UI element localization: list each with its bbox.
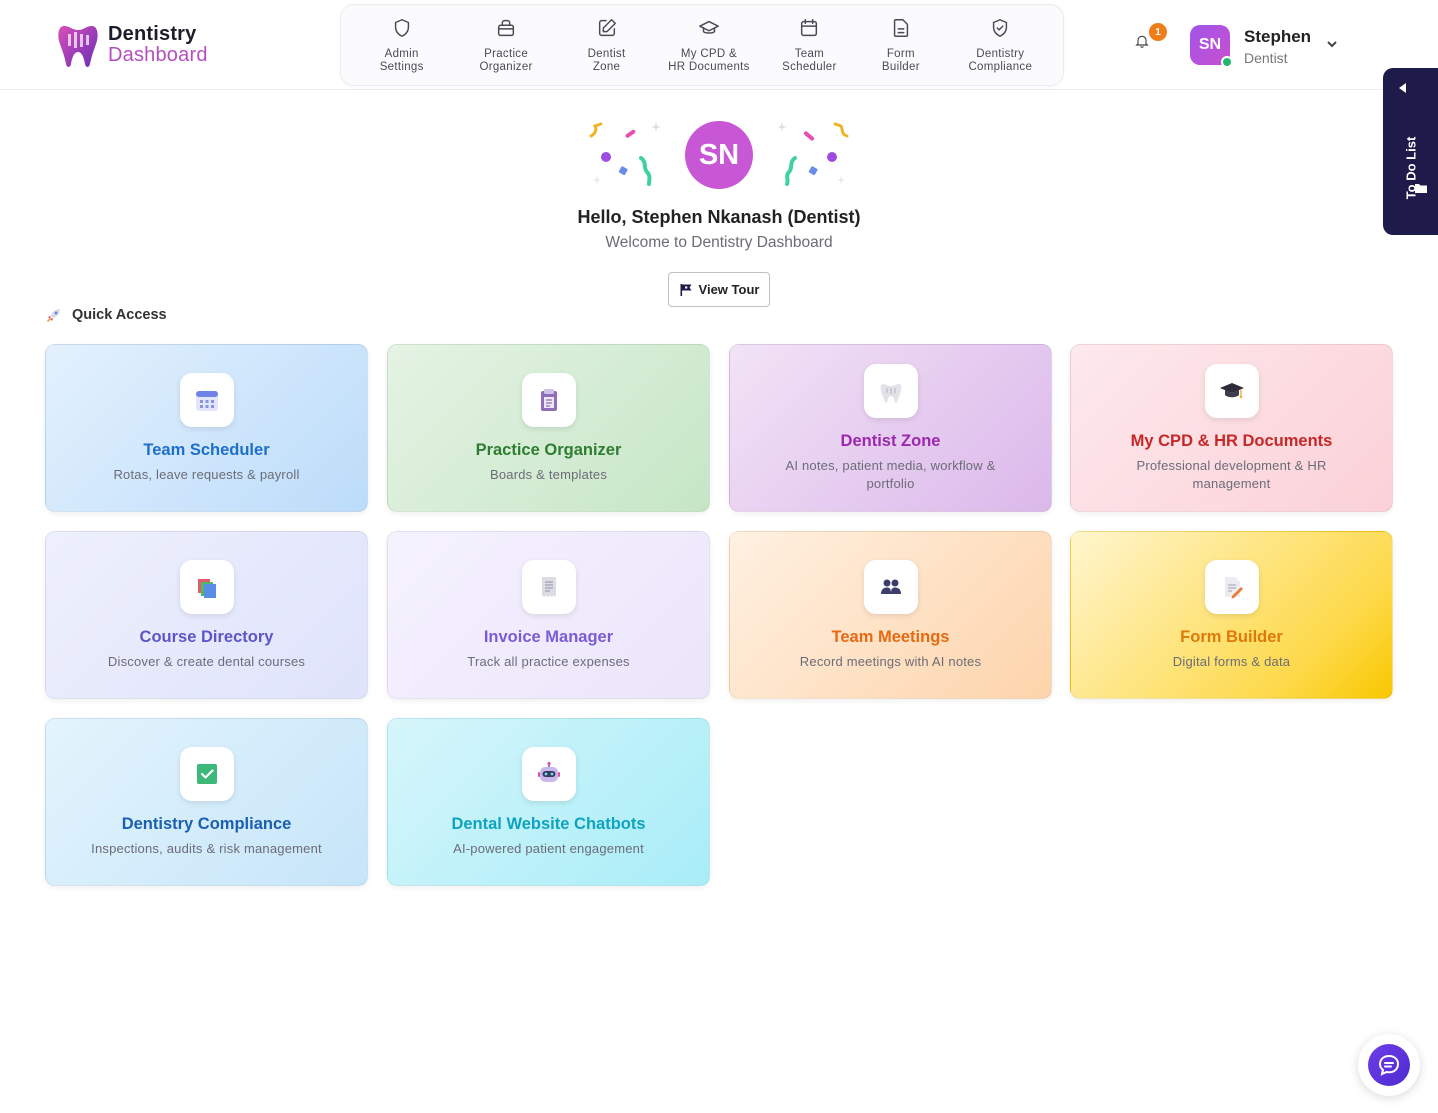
card-dental-website-chatbots[interactable]: Dental Website Chatbots AI-powered patie… (387, 718, 710, 886)
user-initials: SN (1198, 36, 1222, 53)
card-practice-organizer[interactable]: Practice Organizer Boards & templates (387, 344, 710, 512)
receipt-icon (521, 559, 576, 614)
hero-avatar: SN (685, 121, 753, 189)
edit-icon (598, 19, 616, 37)
form-pencil-icon (1204, 559, 1259, 614)
card-title: Form Builder (1180, 627, 1283, 646)
nav-label: Dentist Zone (587, 48, 626, 73)
caret-left-icon[interactable] (1383, 68, 1423, 108)
nav-cpd-hr-documents[interactable]: My CPD & HR Documents (659, 5, 758, 85)
brand-name-line2: Dashboard (108, 44, 208, 66)
brand-name-line1: Dentistry (108, 23, 197, 45)
notifications-button[interactable]: 1 (1134, 21, 1169, 55)
card-description: Professional development & HR management (1136, 457, 1327, 491)
card-description: Rotas, leave requests & payroll (113, 466, 300, 482)
calendar-icon (179, 372, 234, 427)
card-title: Team Scheduler (143, 440, 270, 459)
user-name[interactable]: Stephen (1244, 27, 1311, 47)
hero-avatar-initials: SN (698, 138, 740, 171)
card-course-directory[interactable]: Course Directory Discover & create denta… (45, 531, 368, 699)
card-title: Practice Organizer (475, 440, 622, 459)
brand-logo[interactable]: Dentistry Dashboard (56, 20, 208, 70)
notification-count-badge: 1 (1147, 21, 1169, 43)
nav-practice-organizer[interactable]: Practice Organizer (458, 5, 553, 85)
user-avatar[interactable]: SN (1190, 25, 1233, 68)
card-title: Team Meetings (831, 627, 950, 646)
top-navigation: Admin Settings Practice Organizer Dentis… (340, 4, 1064, 86)
card-title: Invoice Manager (483, 627, 614, 646)
chat-bubble-icon (1368, 1044, 1410, 1086)
nav-form-builder[interactable]: Form Builder (860, 5, 942, 85)
card-title: Dentist Zone (840, 431, 941, 450)
tooth-icon (863, 363, 918, 418)
card-title: Course Directory (139, 627, 274, 646)
card-dentist-zone[interactable]: Dentist Zone AI notes, patient media, wo… (729, 344, 1052, 512)
nav-label: Team Scheduler (782, 48, 837, 73)
welcome-subtitle: Welcome to Dentistry Dashboard (605, 234, 833, 251)
nav-team-scheduler[interactable]: Team Scheduler (759, 5, 860, 85)
card-dentistry-compliance[interactable]: Dentistry Compliance Inspections, audits… (45, 718, 368, 886)
card-description: Record meetings with AI notes (799, 653, 982, 669)
card-invoice-manager[interactable]: Invoice Manager Track all practice expen… (387, 531, 710, 699)
card-description: Track all practice expenses (467, 653, 630, 669)
view-tour-label: View Tour (698, 282, 760, 297)
card-form-builder[interactable]: Form Builder Digital forms & data (1070, 531, 1393, 699)
welcome-greeting: Hello, Stephen Nkanash (Dentist) (577, 207, 861, 227)
robot-icon (521, 746, 576, 801)
checkbox-icon (179, 746, 234, 801)
online-status-dot (1221, 56, 1233, 68)
card-cpd-hr-documents[interactable]: My CPD & HR Documents Professional devel… (1070, 344, 1393, 512)
user-menu-chevron-down-icon[interactable] (1325, 37, 1339, 51)
shield-check-icon (993, 19, 1008, 37)
card-description: Inspections, audits & risk management (91, 840, 322, 856)
card-description: AI notes, patient media, workflow & port… (785, 457, 996, 491)
card-description: Digital forms & data (1172, 653, 1291, 669)
quick-access-heading: Quick Access (46, 307, 167, 323)
people-icon (863, 559, 918, 614)
flag-icon (680, 283, 692, 296)
card-description: Discover & create dental courses (107, 653, 306, 669)
card-title: Dental Website Chatbots (451, 814, 646, 833)
rocket-icon (46, 309, 60, 323)
nav-dentist-zone[interactable]: Dentist Zone (554, 5, 659, 85)
chat-widget-button[interactable] (1358, 1034, 1420, 1096)
app-header: Dentistry Dashboard Admin Settings Pract… (0, 0, 1438, 90)
card-team-meetings[interactable]: Team Meetings Record meetings with AI no… (729, 531, 1052, 699)
graduation-cap-icon (699, 20, 719, 34)
nav-label: Practice Organizer (479, 48, 533, 73)
tooth-logo-icon (58, 26, 98, 67)
briefcase-icon (498, 19, 515, 37)
quick-access-title: Quick Access (72, 307, 167, 323)
card-title: My CPD & HR Documents (1130, 431, 1333, 450)
clipboard-icon (521, 372, 576, 427)
nav-dentistry-compliance[interactable]: Dentistry Compliance (942, 5, 1059, 85)
nav-label: My CPD & HR Documents (668, 48, 750, 73)
nav-admin-settings[interactable]: Admin Settings (345, 5, 458, 85)
card-description: AI-powered patient engagement (453, 840, 644, 856)
card-title: Dentistry Compliance (121, 814, 292, 833)
folder-icon (1414, 181, 1428, 195)
books-icon (179, 559, 234, 614)
calendar-icon (801, 19, 818, 37)
graduation-cap-icon (1204, 363, 1259, 418)
view-tour-button[interactable]: View Tour (668, 272, 770, 307)
nav-label: Form Builder (881, 48, 920, 73)
nav-label: Admin Settings (379, 48, 424, 73)
nav-label: Dentistry Compliance (968, 48, 1033, 73)
card-team-scheduler[interactable]: Team Scheduler Rotas, leave requests & p… (45, 344, 368, 512)
shield-icon (394, 19, 409, 37)
user-role: Dentist (1244, 50, 1288, 66)
document-icon (893, 19, 909, 37)
card-description: Boards & templates (489, 466, 608, 482)
